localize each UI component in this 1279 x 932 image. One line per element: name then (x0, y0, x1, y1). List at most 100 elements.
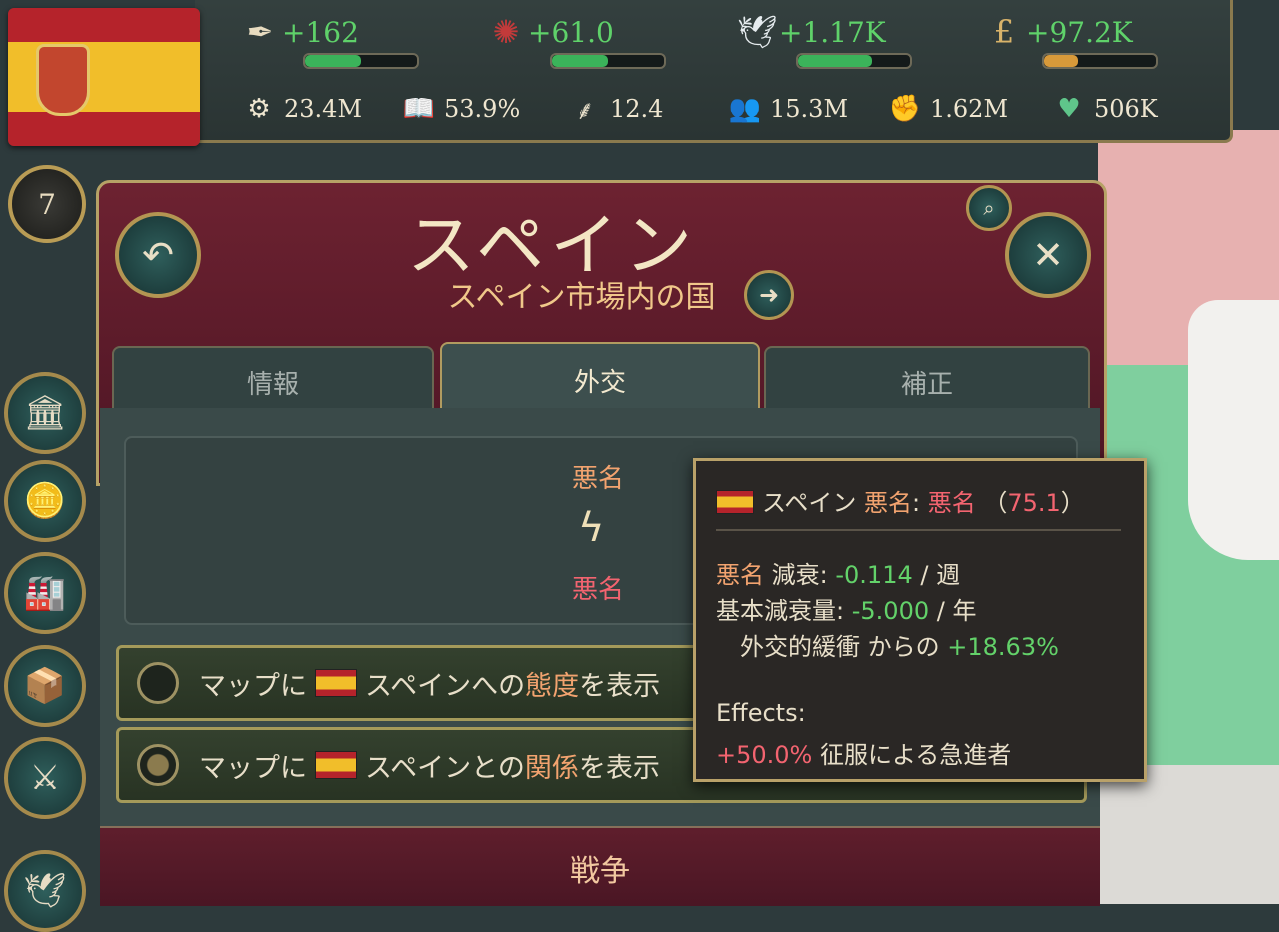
resource-bureaucracy[interactable]: ✒ +162 (238, 10, 359, 54)
text-highlight: 関係 (524, 752, 579, 784)
tooltip-effect-line: +50.0% 征服による急進者 (716, 735, 1011, 770)
text-mid: との (471, 752, 525, 784)
stat-value: 1.62M (930, 95, 1009, 123)
infamy-tooltip: スペイン 悪名: 悪名 （75.1） 悪名 減衰: -0.114 / 週 基本減… (693, 458, 1147, 782)
resource-bar (796, 53, 912, 69)
close-button[interactable]: ✕ (1005, 212, 1091, 298)
effect-value: +50.0% (716, 741, 813, 769)
decay-word: 減衰: (771, 561, 828, 589)
stat-loyalists[interactable]: ♥ 506K (1050, 90, 1158, 128)
tooltip-decay-line: 悪名 減衰: -0.114 / 週 (716, 555, 960, 590)
population-icon: 👥 (728, 94, 762, 124)
stat-sol[interactable]: ⸙ 12.4 (566, 90, 663, 128)
tooltip-colon: : (911, 489, 921, 517)
effects-label: Effects: (716, 699, 806, 727)
map-region-grey[interactable] (1098, 765, 1279, 904)
text-prefix: マップに (199, 752, 307, 784)
trade-button[interactable]: 📦 (4, 645, 86, 727)
tab-label: 補正 (900, 369, 953, 400)
text-prefix: マップに (199, 670, 307, 702)
stat-literacy[interactable]: 📖 53.9% (400, 90, 520, 128)
dove-icon: 🕊 (736, 13, 778, 51)
resource-bar (303, 53, 419, 69)
literacy-book-icon: 📖 (402, 94, 436, 124)
text-country: スペイン (365, 752, 472, 784)
coins-icon: 🪙 (23, 481, 67, 521)
stat-value: 15.3M (770, 95, 849, 123)
back-button[interactable]: ↶ (115, 212, 201, 298)
military-button[interactable]: ⚔ (4, 737, 86, 819)
fist-icon: ✊ (888, 94, 922, 124)
dove-icon: 🕊 (23, 871, 67, 911)
spain-flag-icon (315, 751, 357, 779)
text-mid: への (471, 670, 526, 702)
decay-label: 悪名 (716, 561, 764, 589)
market-goto-button[interactable]: ➜ (744, 270, 794, 320)
spain-flag-icon (716, 490, 754, 514)
country-flag[interactable] (8, 8, 200, 146)
tooltip-divider (716, 529, 1121, 531)
heart-icon: ♥ (1057, 94, 1081, 124)
map-relations-label: マップに スペイン との 関係 を表示 (199, 746, 660, 785)
pound-icon: £ (993, 13, 1015, 51)
budget-button[interactable]: 🪙 (4, 460, 86, 542)
resource-influence[interactable]: 🕊 +1.17K (735, 10, 886, 54)
resource-value: +1.17K (779, 15, 886, 49)
tooltip-infamy-value: 75.1 (1007, 489, 1061, 517)
stat-population[interactable]: 👥 15.3M (726, 90, 848, 128)
wax-seal-icon: ✺ (492, 13, 520, 51)
coat-of-arms-icon (36, 44, 90, 116)
base-value: -5.000 (851, 597, 930, 625)
resource-money[interactable]: £ +97.2K (982, 10, 1133, 54)
war-section-header[interactable]: 戦争 (100, 826, 1100, 906)
undo-arrow-icon: ↶ (142, 233, 174, 277)
resource-value: +61.0 (528, 15, 614, 49)
tooltip-diplo-line: 外交的緩衝 からの +18.63% (740, 627, 1059, 662)
tooltip-infamy-word: 悪名 (863, 489, 912, 517)
decay-unit: / 週 (920, 561, 961, 589)
resource-bar (550, 53, 666, 69)
radio-button[interactable] (137, 744, 179, 786)
swords-icon: ⚔ (29, 758, 61, 798)
arrow-right-icon: ➜ (758, 281, 780, 309)
radio-button[interactable] (137, 662, 179, 704)
resource-value: +97.2K (1026, 15, 1133, 49)
effect-text: 征服による急進者 (820, 741, 1012, 769)
stat-value: 12.4 (610, 95, 664, 123)
wheat-icon: ⸙ (575, 96, 595, 126)
tooltip-base-line: 基本減衰量: -5.000 / 年 (716, 591, 976, 626)
close-icon: ✕ (1032, 233, 1064, 277)
text-country: スペイン (365, 670, 472, 702)
war-label: 戦争 (570, 854, 630, 889)
building-icon: 🏛 (23, 393, 67, 433)
resource-value: +162 (282, 15, 359, 49)
text-suffix: を表示 (579, 670, 661, 702)
text-suffix: を表示 (578, 752, 660, 784)
gdp-gear-icon: ⚙ (247, 94, 271, 124)
tab-label: 情報 (246, 369, 299, 400)
diplo-label: 外交的緩衝 からの (740, 633, 940, 661)
base-unit: / 年 (936, 597, 977, 625)
tooltip-title: スペイン 悪名: 悪名 （75.1） (716, 483, 1085, 518)
quill-icon: ✒ (246, 13, 274, 51)
resource-authority[interactable]: ✺ +61.0 (484, 10, 614, 54)
search-button[interactable]: ⌕ (966, 185, 1012, 231)
stat-gdp[interactable]: ⚙ 23.4M (240, 90, 362, 128)
tooltip-country: スペイン (762, 489, 857, 517)
stat-value: 53.9% (444, 95, 521, 123)
infamy-lightning-icon[interactable]: ϟ (578, 505, 604, 551)
industry-button[interactable]: 🏭 (4, 552, 86, 634)
stat-value: 506K (1094, 95, 1158, 123)
diplomacy-button[interactable]: 🕊 (4, 850, 86, 932)
map-region-white[interactable] (1188, 300, 1279, 560)
tab-diplomacy[interactable]: 外交 (440, 342, 760, 418)
text-highlight: 態度 (525, 670, 580, 702)
map-attitude-label: マップに スペイン への 態度 を表示 (199, 664, 660, 703)
government-button[interactable]: 🏛 (4, 372, 86, 454)
stat-radicals[interactable]: ✊ 1.62M (886, 90, 1008, 128)
infamy-label-bottom: 悪名 (572, 575, 625, 605)
spain-flag-icon (315, 669, 357, 697)
tab-label: 外交 (573, 367, 626, 398)
decay-value: -0.114 (835, 561, 913, 589)
base-label: 基本減衰量: (716, 597, 845, 625)
